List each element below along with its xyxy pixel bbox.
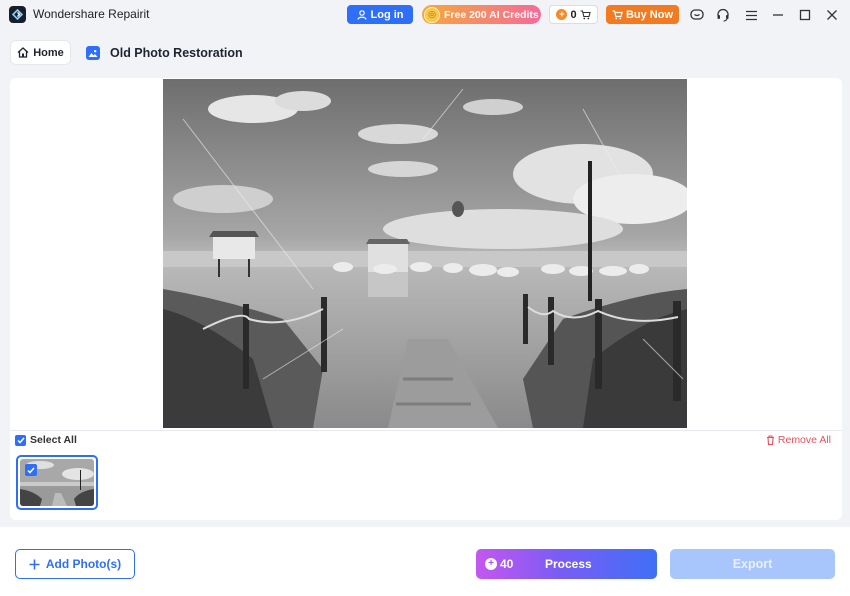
credits-label: Free 200 AI Credits (444, 8, 539, 21)
checkbox-checked-icon (15, 434, 26, 446)
login-button[interactable]: Log in (347, 5, 413, 24)
close-icon[interactable] (823, 6, 841, 24)
credit-count: 0 (570, 8, 577, 21)
select-all-label: Select All (30, 434, 77, 446)
export-button[interactable]: Export (670, 549, 835, 579)
free-credits-button[interactable]: ◎ Free 200 AI Credits (422, 5, 541, 24)
cart-icon (612, 9, 623, 19)
maximize-icon[interactable] (796, 6, 814, 24)
credit-plus-icon: + (556, 9, 568, 20)
checkbox-checked-icon[interactable] (25, 464, 37, 476)
repairit-logo-icon (9, 6, 26, 23)
app-name: Wondershare Repairit (33, 7, 150, 21)
title-bar: Wondershare Repairit Log in ◎ Free 200 A… (0, 0, 850, 30)
credit-balance[interactable]: + 0 (549, 5, 598, 24)
photo-preview (163, 79, 687, 428)
home-icon (17, 47, 29, 58)
buy-now-button[interactable]: Buy Now (606, 5, 679, 24)
credit-plus-icon: + (485, 558, 497, 570)
cart-icon (580, 9, 591, 19)
home-button[interactable]: Home (11, 41, 70, 64)
add-photos-label: Add Photo(s) (45, 557, 122, 571)
credit-cost: + 40 (485, 557, 513, 571)
credit-cost-value: 40 (500, 557, 514, 571)
process-button[interactable]: + 40 Process (476, 549, 657, 579)
action-bar: Add Photo(s) + 40 Process Export (0, 527, 850, 596)
workspace-panel: Select All Remove All (10, 78, 842, 520)
minimize-icon[interactable] (769, 6, 787, 24)
breadcrumb: Old Photo Restoration (86, 44, 243, 62)
user-icon (356, 9, 367, 20)
home-label: Home (33, 46, 64, 59)
menu-icon[interactable] (742, 6, 760, 24)
photo-thumbnail[interactable] (16, 455, 98, 510)
coin-icon: ◎ (424, 6, 440, 23)
select-all-checkbox[interactable]: Select All (15, 434, 77, 446)
page-title: Old Photo Restoration (110, 46, 243, 60)
export-label: Export (732, 557, 773, 571)
login-label: Log in (370, 8, 404, 21)
remove-all-button[interactable]: Remove All (766, 434, 831, 446)
plus-icon (29, 559, 40, 569)
add-photos-button[interactable]: Add Photo(s) (15, 549, 135, 579)
buy-label: Buy Now (625, 8, 674, 21)
trash-icon (766, 435, 774, 445)
headset-support-icon[interactable] (714, 6, 732, 24)
chat-icon[interactable] (688, 6, 706, 24)
divider (10, 430, 842, 431)
remove-all-label: Remove All (777, 434, 831, 446)
photo-icon (86, 46, 100, 60)
process-label: Process (545, 557, 592, 571)
